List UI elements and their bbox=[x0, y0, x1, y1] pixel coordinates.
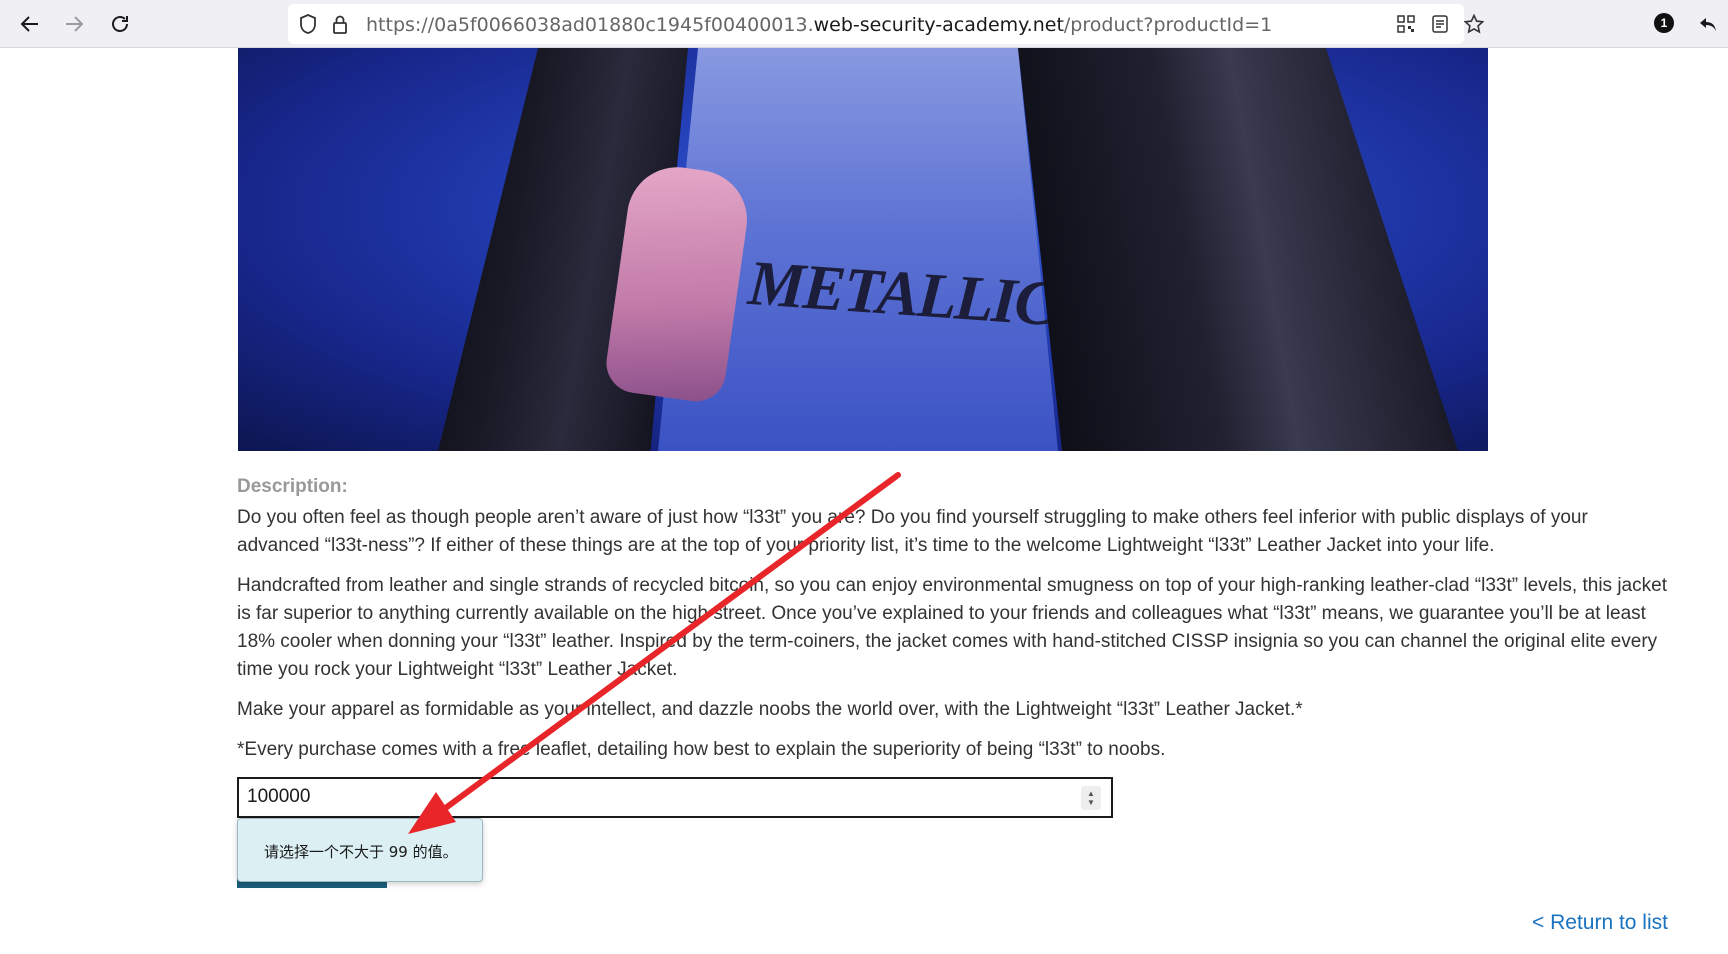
extension-badge-icon[interactable]: 1 bbox=[1654, 13, 1674, 33]
address-bar[interactable]: https://0a5f0066038ad01880c1945f00400013… bbox=[288, 4, 1484, 44]
bookmark-star-icon[interactable] bbox=[1464, 14, 1484, 34]
forward-icon[interactable] bbox=[58, 8, 90, 40]
browser-toolbar: https://0a5f0066038ad01880c1945f00400013… bbox=[0, 0, 1728, 48]
description-label: Description: bbox=[237, 476, 348, 497]
url-prefix: https://0a5f0066038ad01880c1945f00400013… bbox=[366, 14, 814, 36]
reload-icon[interactable] bbox=[104, 8, 136, 40]
url-path: /product?productId=1 bbox=[1063, 14, 1273, 36]
quantity-stepper[interactable]: ▲ ▼ bbox=[1081, 786, 1101, 810]
url-domain: web-security-academy.net bbox=[813, 14, 1064, 36]
quantity-input[interactable] bbox=[247, 786, 1047, 808]
description-paragraph-2: Handcrafted from leather and single stra… bbox=[237, 575, 1667, 680]
stepper-down-icon[interactable]: ▼ bbox=[1087, 798, 1095, 807]
validation-tooltip: 请选择一个不大于 99 的值。 bbox=[237, 818, 483, 882]
return-to-list-link[interactable]: < Return to list bbox=[1532, 911, 1668, 935]
qr-code-icon[interactable] bbox=[1396, 14, 1416, 34]
url-text[interactable]: https://0a5f0066038ad01880c1945f00400013… bbox=[366, 14, 1272, 36]
lock-icon[interactable] bbox=[330, 14, 350, 34]
stepper-up-icon[interactable]: ▲ bbox=[1087, 789, 1095, 798]
shield-icon[interactable] bbox=[298, 14, 318, 34]
undo-arrow-icon[interactable] bbox=[1692, 8, 1724, 40]
jacket-right-graphic bbox=[1018, 48, 1458, 451]
description-paragraph-4: *Every purchase comes with a free leafle… bbox=[237, 739, 1166, 760]
description-paragraph-3: Make your apparel as formidable as your … bbox=[237, 699, 1303, 720]
quantity-field[interactable]: ▲ ▼ bbox=[237, 777, 1113, 818]
product-image: METALLICA bbox=[238, 48, 1488, 451]
back-icon[interactable] bbox=[14, 8, 46, 40]
validation-message: 请选择一个不大于 99 的值。 bbox=[264, 843, 458, 861]
reader-mode-icon[interactable] bbox=[1430, 14, 1450, 34]
description-paragraph-1: Do you often feel as though people aren’… bbox=[237, 507, 1588, 556]
